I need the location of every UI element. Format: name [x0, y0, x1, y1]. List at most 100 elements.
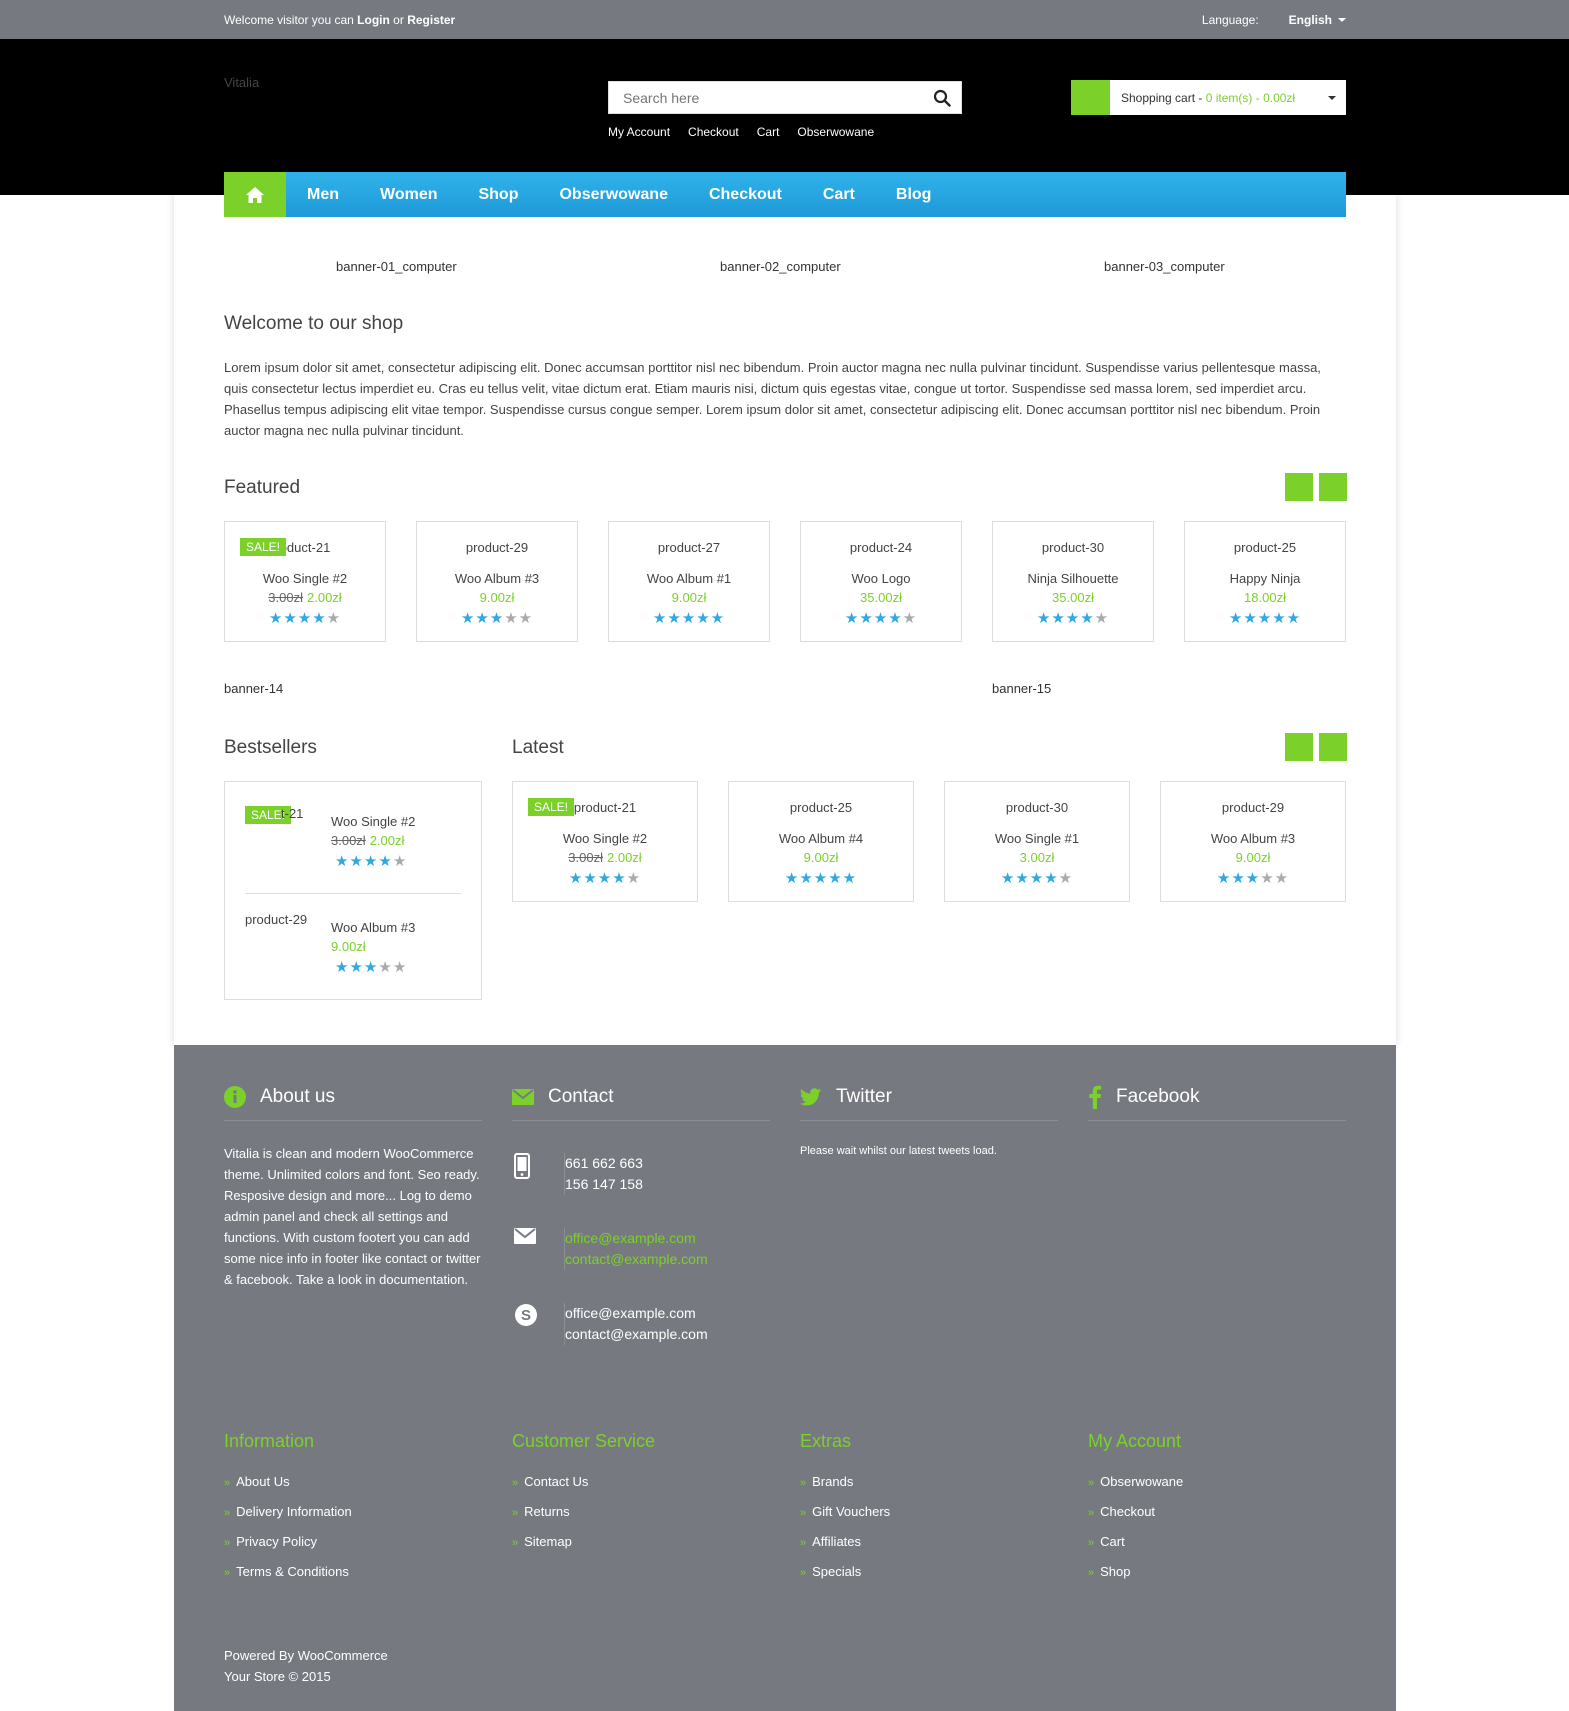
star-icon: ★: [363, 853, 379, 870]
star-icon: ★: [1228, 610, 1244, 627]
email-link[interactable]: office@example.com: [565, 1228, 708, 1249]
email-link[interactable]: contact@example.com: [565, 1249, 708, 1270]
twitter-status: Please wait whilst our latest tweets loa…: [800, 1145, 997, 1157]
product-name[interactable]: Woo Album #3: [331, 920, 461, 935]
welcome-text: Lorem ipsum dolor sit amet, consectetur …: [224, 360, 1321, 438]
footer-link[interactable]: » Checkout: [1088, 1497, 1183, 1527]
quick-link-obserwowane[interactable]: Obserwowane: [797, 125, 874, 139]
footer-link[interactable]: » Returns: [512, 1497, 588, 1527]
footer-link[interactable]: » Brands: [800, 1467, 890, 1497]
star-icon: ★: [1243, 610, 1258, 627]
footer-link[interactable]: » Sitemap: [512, 1527, 588, 1557]
quick-link-checkout[interactable]: Checkout: [688, 125, 739, 139]
register-link[interactable]: Register: [407, 13, 455, 27]
product-name[interactable]: Woo Single #2: [225, 571, 385, 586]
star-icon: ★: [813, 870, 829, 887]
banner-02[interactable]: banner-02_computer: [720, 259, 841, 274]
footer-link[interactable]: » Cart: [1088, 1527, 1183, 1557]
banner-03[interactable]: banner-03_computer: [1104, 259, 1225, 274]
product-price: 3.00zł 2.00zł: [331, 833, 405, 848]
banner-14[interactable]: banner-14: [224, 681, 283, 696]
login-link[interactable]: Login: [357, 13, 390, 27]
raquo-icon: »: [800, 1537, 807, 1549]
nav-item-obserwowane[interactable]: Obserwowane: [559, 186, 667, 204]
product-name[interactable]: Woo Album #1: [609, 571, 769, 586]
nav-item-men[interactable]: Men: [307, 186, 339, 204]
footer-link[interactable]: » Gift Vouchers: [800, 1497, 890, 1527]
product-price: 35.00zł: [860, 590, 902, 605]
product-image[interactable]: product-29: [1161, 800, 1345, 820]
footer-link[interactable]: » Terms & Conditions: [224, 1557, 352, 1587]
rating-stars: ★★★★★: [945, 869, 1129, 887]
star-icon: ★: [1044, 870, 1059, 887]
product-image[interactable]: product-25: [1185, 540, 1345, 560]
product-card[interactable]: product-30 Ninja Silhouette 35.00zł ★★★★★: [992, 521, 1154, 642]
nav-item-cart[interactable]: Cart: [823, 186, 855, 204]
product-card[interactable]: product-29 Woo Album #3 9.00zł ★★★★★: [416, 521, 578, 642]
product-image[interactable]: product-24: [801, 540, 961, 560]
footer-link[interactable]: » Obserwowane: [1088, 1467, 1183, 1497]
facebook-title: Facebook: [1116, 1085, 1200, 1107]
footer-link[interactable]: » Contact Us: [512, 1467, 588, 1497]
nav-item-blog[interactable]: Blog: [896, 186, 932, 204]
product-name[interactable]: Woo Logo: [801, 571, 961, 586]
product-image[interactable]: product-30: [945, 800, 1129, 820]
product-name[interactable]: Happy Ninja: [1185, 571, 1345, 586]
product-name[interactable]: Woo Album #3: [1161, 831, 1345, 846]
product-card[interactable]: product-29 Woo Album #3 9.00zł ★★★★★: [1160, 781, 1346, 902]
product-name[interactable]: Woo Album #3: [417, 571, 577, 586]
nav-item-women[interactable]: Women: [380, 186, 437, 204]
footer-link[interactable]: » Shop: [1088, 1557, 1183, 1587]
product-image[interactable]: product-27: [609, 540, 769, 560]
product-card[interactable]: product-27 Woo Album #1 9.00zł ★★★★★: [608, 521, 770, 642]
product-image[interactable]: product-29: [245, 912, 307, 927]
product-card[interactable]: SALE! product-21 Woo Single #2 3.00zł 2.00zł…: [512, 781, 698, 902]
list-item[interactable]: SALE! t-21 Woo Single #2 3.00zł 2.00zł ★★…: [245, 806, 461, 886]
product-card[interactable]: product-25 Woo Album #4 9.00zł ★★★★★: [728, 781, 914, 902]
next-arrow-button[interactable]: [1319, 473, 1347, 501]
star-icon: ★: [312, 610, 327, 627]
nav-item-shop[interactable]: Shop: [478, 186, 518, 204]
star-icon: ★: [1260, 870, 1275, 887]
prev-arrow-button[interactable]: [1285, 473, 1313, 501]
product-name[interactable]: Ninja Silhouette: [993, 571, 1153, 586]
product-image[interactable]: t-21: [281, 806, 303, 821]
home-button[interactable]: [224, 172, 286, 217]
footer-link[interactable]: » Delivery Information: [224, 1497, 352, 1527]
product-name[interactable]: Woo Single #2: [513, 831, 697, 846]
footer-link[interactable]: » About Us: [224, 1467, 352, 1497]
product-image[interactable]: product-30: [993, 540, 1153, 560]
star-icon: ★: [518, 610, 534, 627]
language-dropdown[interactable]: English: [1289, 13, 1346, 27]
product-image[interactable]: product-29: [417, 540, 577, 560]
banner-15[interactable]: banner-15: [992, 681, 1051, 696]
search-input[interactable]: [609, 82, 909, 113]
banner-01[interactable]: banner-01_computer: [336, 259, 457, 274]
search-icon[interactable]: [933, 89, 951, 107]
product-card[interactable]: product-25 Happy Ninja 18.00zł ★★★★★: [1184, 521, 1346, 642]
list-item[interactable]: product-29 Woo Album #3 9.00zł ★★★★★: [245, 912, 461, 992]
twitter-title: Twitter: [836, 1085, 892, 1107]
product-name[interactable]: Woo Single #1: [945, 831, 1129, 846]
product-card[interactable]: SALE! oduct-21 Woo Single #2 3.00zł 2.00zł ★★…: [224, 521, 386, 642]
footer-link[interactable]: » Affiliates: [800, 1527, 890, 1557]
product-name[interactable]: Woo Single #2: [331, 814, 461, 829]
logo[interactable]: Vitalia: [224, 75, 259, 90]
quick-link-cart[interactable]: Cart: [757, 125, 780, 139]
product-image[interactable]: product-25: [729, 800, 913, 820]
prev-arrow-button[interactable]: [1285, 733, 1313, 761]
quick-link-my-account[interactable]: My Account: [608, 125, 670, 139]
my-account-links: » Obserwowane» Checkout» Cart» Shop: [1088, 1467, 1183, 1587]
next-arrow-button[interactable]: [1319, 733, 1347, 761]
product-card[interactable]: product-24 Woo Logo 35.00zł ★★★★★: [800, 521, 962, 642]
product-name[interactable]: Woo Album #4: [729, 831, 913, 846]
product-card[interactable]: product-30 Woo Single #1 3.00zł ★★★★★: [944, 781, 1130, 902]
footer-link[interactable]: » Privacy Policy: [224, 1527, 352, 1557]
shopping-cart-button[interactable]: Shopping cart - 0 item(s) - 0.00zł: [1071, 80, 1346, 115]
raquo-icon: »: [224, 1567, 231, 1579]
raquo-icon: »: [224, 1507, 231, 1519]
information-links: » About Us» Delivery Information» Privacy P…: [224, 1467, 352, 1587]
nav-item-checkout[interactable]: Checkout: [709, 186, 782, 204]
footer-link[interactable]: » Specials: [800, 1557, 890, 1587]
home-icon: [246, 186, 264, 203]
